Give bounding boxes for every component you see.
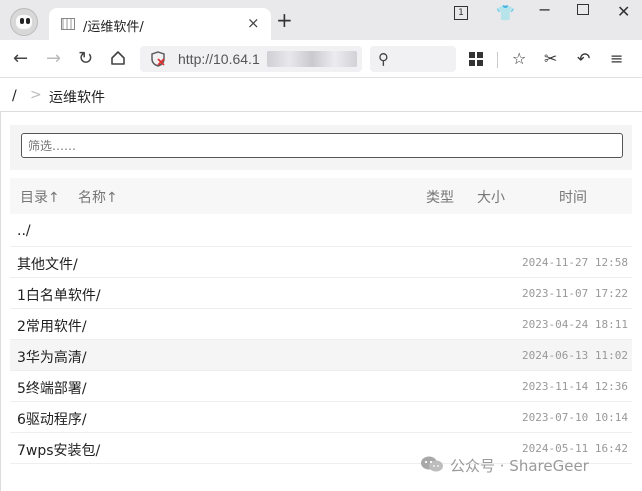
close-window-button[interactable]: ✕ bbox=[617, 2, 630, 21]
avatar-eye bbox=[20, 18, 24, 24]
undo-icon[interactable]: ↶ bbox=[577, 49, 590, 69]
url-text[interactable]: http://10.64.1 bbox=[178, 51, 260, 67]
row-time: 2023-04-24 18:11 bbox=[522, 318, 628, 331]
avatar-eye bbox=[26, 18, 30, 24]
maximize-button[interactable] bbox=[577, 4, 589, 15]
back-icon[interactable]: ← bbox=[13, 49, 28, 69]
address-toolbar: ← → ↻ http://10.64.1 ⚲ ☆ ✂ ↶ ≡ bbox=[0, 40, 642, 78]
tab-count-icon[interactable]: 1 bbox=[454, 6, 468, 20]
sort-by-name[interactable]: 名称↑ bbox=[78, 187, 118, 207]
forward-icon[interactable]: → bbox=[46, 49, 61, 69]
table-header: 目录↑ 名称↑ 类型 大小 时间 bbox=[10, 178, 632, 214]
minimize-button[interactable]: − bbox=[538, 0, 551, 19]
row-time: 2023-11-14 12:36 bbox=[522, 380, 628, 393]
search-box[interactable]: ⚲ bbox=[370, 46, 456, 72]
row-name-link[interactable]: 6驱动程序/ bbox=[17, 409, 87, 429]
tab-favicon-icon bbox=[61, 18, 75, 30]
breadcrumb-current[interactable]: 运维软件 bbox=[49, 87, 105, 107]
toolbar-divider bbox=[497, 52, 498, 68]
favorites-icon[interactable]: ☆ bbox=[512, 49, 526, 69]
url-bar[interactable]: http://10.64.1 bbox=[140, 46, 362, 72]
sort-by-type[interactable]: 类型 bbox=[426, 187, 454, 207]
breadcrumb-root[interactable]: / bbox=[12, 88, 17, 104]
row-name-link[interactable]: 2常用软件/ bbox=[17, 316, 87, 336]
avatar[interactable] bbox=[10, 8, 38, 36]
row-time: 2023-07-10 10:14 bbox=[522, 411, 628, 424]
table-row[interactable]: ../ bbox=[10, 216, 632, 247]
tab-close-icon[interactable]: × bbox=[247, 14, 260, 32]
home-icon[interactable] bbox=[110, 50, 126, 66]
skin-icon[interactable]: 👕 bbox=[496, 4, 515, 22]
row-name-link[interactable]: 5终端部署/ bbox=[17, 378, 87, 398]
title-bar: /运维软件/ × + 1 👕 − ✕ bbox=[0, 0, 642, 40]
new-tab-button[interactable]: + bbox=[276, 10, 293, 30]
breadcrumb: / > 运维软件 bbox=[0, 79, 642, 112]
row-name-link[interactable]: 其他文件/ bbox=[17, 254, 78, 274]
tab-title: /运维软件/ bbox=[83, 20, 144, 35]
left-edge bbox=[0, 112, 1, 491]
sort-by-size[interactable]: 大小 bbox=[477, 187, 505, 207]
row-name-link[interactable]: 7wps安装包/ bbox=[17, 440, 100, 460]
table-row[interactable]: 其他文件/ 2024-11-27 12:58 bbox=[10, 247, 632, 278]
menu-icon[interactable]: ≡ bbox=[610, 49, 623, 69]
table-row[interactable]: 3华为高清/ 2024-06-13 11:02 bbox=[10, 340, 632, 371]
table-row[interactable]: 1白名单软件/ 2023-11-07 17:22 bbox=[10, 278, 632, 309]
row-time: 2023-11-07 17:22 bbox=[522, 287, 628, 300]
table-row[interactable]: 6驱动程序/ 2023-07-10 10:14 bbox=[10, 402, 632, 433]
table-row[interactable]: 5终端部署/ 2023-11-14 12:36 bbox=[10, 371, 632, 402]
breadcrumb-separator: > bbox=[30, 87, 42, 103]
reload-icon[interactable]: ↻ bbox=[78, 49, 93, 69]
scissors-icon[interactable]: ✂ bbox=[544, 49, 557, 69]
sort-by-time[interactable]: 时间 bbox=[559, 187, 587, 207]
filter-panel bbox=[10, 125, 632, 170]
table-row[interactable]: 2常用软件/ 2023-04-24 18:11 bbox=[10, 309, 632, 340]
sort-by-directory[interactable]: 目录↑ bbox=[20, 187, 60, 207]
row-time: 2024-06-13 11:02 bbox=[522, 349, 628, 362]
wechat-icon bbox=[421, 456, 443, 472]
url-redacted bbox=[267, 51, 357, 67]
row-name-link[interactable]: 1白名单软件/ bbox=[17, 285, 101, 305]
row-name-link[interactable]: ../ bbox=[17, 223, 31, 239]
watermark-text: 公众号 · ShareGeer bbox=[450, 457, 589, 475]
row-time: 2024-11-27 12:58 bbox=[522, 256, 628, 269]
apps-grid-icon[interactable] bbox=[469, 52, 483, 66]
filter-input[interactable] bbox=[21, 133, 623, 158]
browser-tab[interactable]: /运维软件/ × bbox=[49, 8, 271, 40]
row-name-link[interactable]: 3华为高清/ bbox=[17, 347, 87, 367]
search-icon[interactable]: ⚲ bbox=[378, 50, 389, 68]
row-time: 2024-05-11 16:42 bbox=[522, 442, 628, 455]
shield-warning-icon[interactable] bbox=[151, 51, 165, 67]
